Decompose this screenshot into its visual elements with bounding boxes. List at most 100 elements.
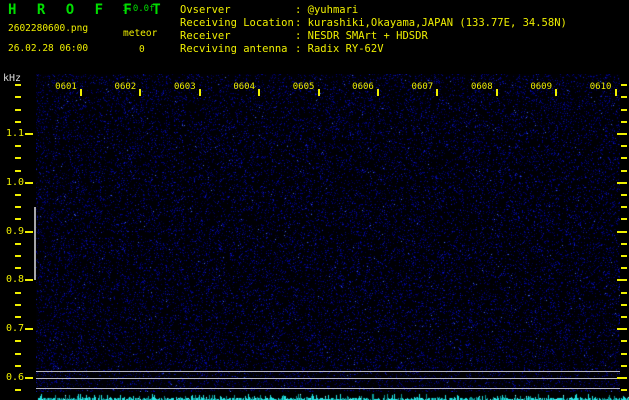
freq-axis-unit-label: kHz — [3, 73, 22, 84]
time-tick — [139, 89, 142, 96]
freq-right-tick — [621, 267, 627, 270]
freq-minor-tick — [15, 364, 21, 367]
time-tick — [198, 89, 201, 96]
station-info-row: Recviving antenna: Radix RY-62V — [180, 43, 567, 56]
freq-minor-tick — [15, 108, 21, 111]
freq-right-tick — [621, 364, 627, 367]
freq-right-tick — [621, 120, 627, 123]
info-separator: : — [295, 17, 308, 29]
info-separator: : — [295, 30, 308, 42]
freq-right-tick — [621, 303, 627, 306]
info-value: NESDR SMArt + HDSDR — [307, 30, 428, 42]
info-separator: : — [295, 43, 308, 55]
carrier-signal-line — [36, 371, 620, 372]
freq-minor-tick — [15, 84, 21, 87]
freq-minor-tick — [15, 303, 21, 306]
freq-minor-tick — [15, 194, 21, 196]
freq-minor-tick — [15, 96, 21, 99]
time-tick-label: 0602 — [114, 82, 137, 92]
freq-major-tick — [25, 230, 33, 233]
freq-tick-label: 1.0 — [5, 176, 24, 188]
info-value: @yuhmari — [307, 4, 359, 16]
freq-right-tick — [621, 389, 627, 392]
freq-right-tick — [617, 377, 627, 379]
info-value: Radix RY-62V — [307, 43, 384, 55]
time-tick — [436, 89, 439, 96]
station-info-block: Ovserver: @yuhmari Receiving Location: ku… — [180, 4, 567, 56]
time-tick-label: 0607 — [411, 82, 434, 92]
time-tick — [80, 89, 82, 96]
freq-tick-label: 0.7 — [5, 323, 24, 335]
freq-minor-tick — [15, 255, 21, 257]
observation-datetime: 26.02.28 06:00 — [8, 43, 89, 54]
time-tick-label: 0604 — [233, 82, 256, 92]
freq-minor-tick — [15, 340, 21, 343]
time-tick-label: 0606 — [352, 82, 374, 92]
freq-major-tick — [25, 181, 33, 184]
freq-right-tick — [621, 194, 627, 196]
freq-minor-tick — [15, 316, 21, 318]
freq-right-tick — [617, 133, 627, 135]
info-value: kurashiki,Okayama,JAPAN (133.77E, 34.58N… — [307, 17, 567, 29]
freq-major-tick — [25, 133, 33, 135]
freq-right-tick — [621, 84, 627, 87]
freq-minor-tick — [15, 157, 21, 160]
freq-tick-label: 0.9 — [5, 225, 24, 237]
freq-minor-tick — [15, 169, 21, 172]
info-label: Receiving Location — [180, 17, 294, 29]
freq-right-tick — [621, 291, 627, 294]
time-tick-label: 0601 — [55, 82, 77, 92]
freq-minor-tick — [15, 352, 21, 355]
freq-major-tick — [25, 328, 33, 331]
freq-right-tick — [621, 206, 627, 209]
freq-minor-tick — [15, 291, 21, 294]
freq-tick-label: 0.6 — [5, 372, 24, 383]
time-tick-label: 0609 — [530, 82, 553, 92]
freq-right-tick — [621, 96, 627, 99]
time-tick-label: 0603 — [173, 82, 196, 92]
meteor-count-value: 0 — [139, 44, 145, 55]
freq-right-tick — [621, 316, 627, 318]
freq-right-tick — [617, 230, 627, 233]
carrier-signal-line — [36, 388, 620, 389]
freq-minor-tick — [15, 145, 21, 148]
time-tick-label: 0605 — [292, 82, 315, 92]
freq-right-tick — [621, 157, 627, 160]
freq-major-tick — [25, 279, 33, 282]
meteor-count-label: meteor — [123, 28, 158, 39]
time-tick — [377, 89, 379, 96]
freq-tick-label: 1.1 — [5, 128, 24, 139]
carrier-signal-line — [36, 378, 620, 379]
freq-tick-label: 0.8 — [5, 274, 24, 286]
freq-right-tick — [621, 352, 627, 355]
freq-major-tick — [25, 377, 33, 379]
freq-minor-tick — [15, 242, 21, 245]
freq-right-tick — [621, 255, 627, 257]
freq-right-tick — [621, 108, 627, 111]
signal-level-strip-canvas — [36, 393, 629, 400]
vertical-signal-streak — [34, 207, 36, 281]
freq-right-tick — [621, 145, 627, 148]
station-info-row: Receiving Location: kurashiki,Okayama,JA… — [180, 17, 567, 30]
time-tick — [614, 89, 617, 96]
time-tick-label: 0610 — [589, 82, 612, 92]
freq-minor-tick — [15, 389, 21, 392]
hrofft-window: H R O F F T 1.0.0f 2602280600.png 26.02.… — [0, 0, 629, 400]
info-label: Recviving antenna — [180, 43, 288, 55]
freq-right-tick — [617, 279, 627, 282]
time-tick — [495, 89, 498, 96]
station-info-row: Receiver: NESDR SMArt + HDSDR — [180, 30, 567, 43]
time-tick — [317, 89, 320, 96]
output-filename: 2602280600.png — [8, 23, 89, 34]
freq-right-tick — [621, 340, 627, 343]
freq-right-tick — [617, 328, 627, 331]
freq-right-tick — [621, 169, 627, 172]
time-tick — [555, 89, 558, 96]
station-info-row: Ovserver: @yuhmari — [180, 4, 567, 17]
freq-right-tick — [617, 181, 627, 184]
time-tick — [258, 89, 261, 96]
freq-minor-tick — [15, 120, 21, 123]
info-label: Ovserver — [180, 4, 231, 16]
spectrogram-noise-canvas — [36, 74, 620, 392]
info-separator: : — [295, 4, 308, 16]
